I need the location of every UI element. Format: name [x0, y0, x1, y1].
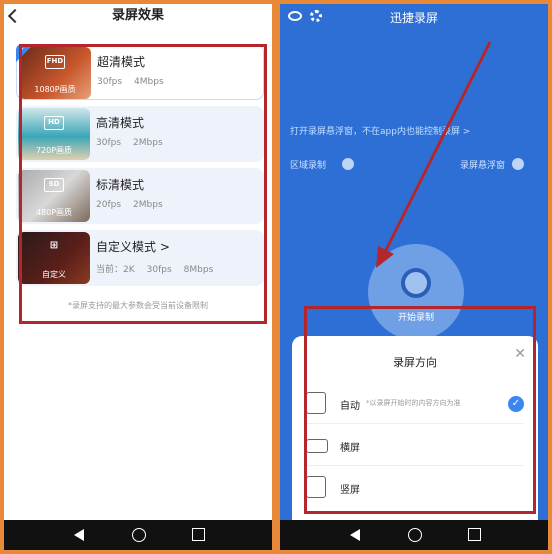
nav-recent-icon[interactable]	[192, 528, 205, 541]
nav-home-icon[interactable]	[408, 528, 422, 542]
annotation-arrow-icon	[376, 41, 492, 268]
system-navbar	[280, 520, 548, 550]
main-recorder-screen: 迅捷录屏 打开录屏悬浮窗，不在app内也能控制录屏 > 区域录制 录屏悬浮窗 开…	[280, 4, 548, 550]
page-title: 录屏效果	[111, 8, 164, 23]
annotation-box	[304, 306, 536, 514]
header: 录屏效果	[4, 4, 272, 32]
nav-back-icon[interactable]	[74, 529, 84, 541]
back-arrow-icon[interactable]	[7, 8, 23, 24]
annotation-box	[19, 44, 267, 324]
system-navbar	[4, 520, 272, 550]
nav-recent-icon[interactable]	[468, 528, 481, 541]
nav-back-icon[interactable]	[350, 529, 360, 541]
nav-home-icon[interactable]	[132, 528, 146, 542]
recording-effect-screen: 录屏效果 FHD 1080P画质 ✓ 超清模式 30fps 4Mbps HD 72…	[4, 4, 272, 550]
